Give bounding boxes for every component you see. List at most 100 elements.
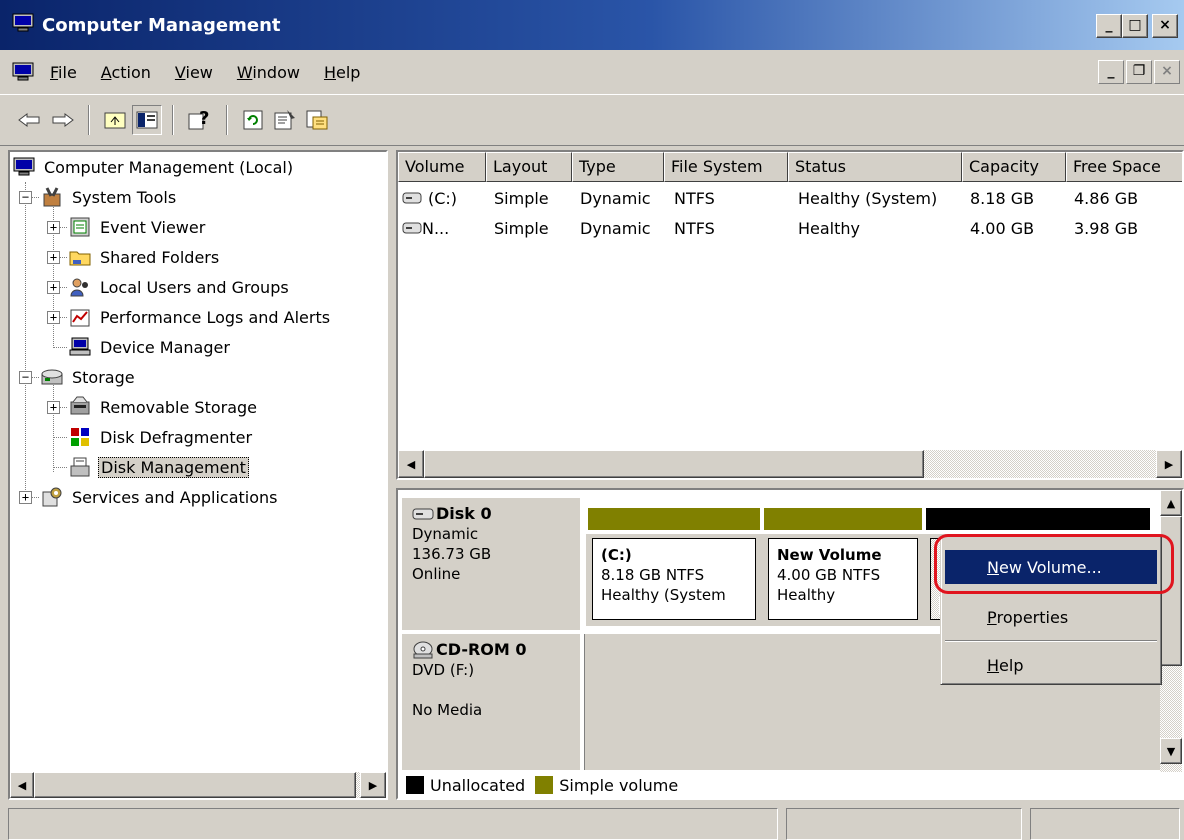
maximize-button[interactable]: □: [1122, 14, 1148, 38]
collapse-storage[interactable]: −: [19, 371, 32, 384]
scroll-down-button[interactable]: ▼: [1160, 738, 1182, 764]
cell-layout: Simple: [494, 189, 549, 208]
column-header-status[interactable]: Status: [788, 152, 962, 182]
tree-label: Disk Management: [98, 456, 249, 478]
close-button[interactable]: ×: [1152, 14, 1178, 38]
cell-volume: N...: [422, 219, 450, 238]
column-header-file-system[interactable]: File System: [664, 152, 788, 182]
expand-local-users[interactable]: +: [47, 281, 60, 294]
tree-item-disk-management[interactable]: Disk Management: [68, 453, 249, 481]
scroll-left-button[interactable]: ◀: [398, 450, 424, 478]
tree-line: [53, 437, 67, 438]
graph-vertical-scrollbar[interactable]: ▲ ▼: [1160, 490, 1182, 772]
cell-file-system: NTFS: [674, 189, 715, 208]
expand-event-viewer[interactable]: +: [47, 221, 60, 234]
partition-c[interactable]: (C:) 8.18 GB NTFS Healthy (System: [586, 534, 762, 626]
mdi-minimize-button[interactable]: _: [1098, 60, 1124, 84]
status-bar: [0, 804, 1184, 840]
tree-item-system-tools[interactable]: System Tools: [40, 183, 178, 211]
disk-0-info[interactable]: Disk 0 Dynamic 136.73 GB Online: [402, 498, 580, 630]
console-tree[interactable]: − + + + + − + + Computer Management (Loc…: [8, 150, 388, 800]
column-header-volume[interactable]: Volume: [398, 152, 486, 182]
menu-item-help[interactable]: Help: [945, 648, 1157, 682]
minimize-button[interactable]: _: [1096, 14, 1122, 38]
tree-label: Local Users and Groups: [100, 277, 289, 297]
show-hide-console-tree-icon[interactable]: [132, 105, 162, 135]
properties-icon[interactable]: [270, 105, 300, 135]
annotation-highlight-ring: [934, 534, 1174, 594]
scroll-thumb[interactable]: [34, 772, 356, 798]
scroll-thumb[interactable]: [424, 450, 924, 478]
forward-icon[interactable]: [48, 105, 78, 135]
menu-window[interactable]: Window: [225, 63, 312, 82]
tree-item-computer-management[interactable]: Computer Management (Local): [12, 153, 295, 181]
partition-new-volume-name: New Volume: [777, 546, 882, 564]
mdi-restore-button[interactable]: ❐: [1126, 60, 1152, 84]
menu-action[interactable]: Action: [89, 63, 163, 82]
expand-removable-storage[interactable]: +: [47, 401, 60, 414]
tree-line: [53, 192, 54, 348]
tree-item-performance-logs[interactable]: Performance Logs and Alerts: [68, 303, 332, 331]
tree-horizontal-scrollbar[interactable]: ◀ ▶: [10, 772, 386, 798]
menu-item-properties[interactable]: Properties: [945, 600, 1157, 634]
tree-item-local-users[interactable]: Local Users and Groups: [68, 273, 291, 301]
tree-item-device-manager[interactable]: Device Manager: [68, 333, 232, 361]
list-horizontal-scrollbar[interactable]: ◀ ▶: [398, 450, 1182, 478]
column-header-free-space[interactable]: Free Space: [1066, 152, 1182, 182]
cell-status: Healthy: [798, 219, 861, 238]
tree-item-shared-folders[interactable]: Shared Folders: [68, 243, 221, 271]
expand-performance-logs[interactable]: +: [47, 311, 60, 324]
scroll-right-button[interactable]: ▶: [1156, 450, 1182, 478]
cdrom-0-info[interactable]: CD-ROM 0 DVD (F:) No Media: [402, 634, 580, 770]
users-icon: [68, 276, 92, 298]
partition-new-volume-size: 4.00 GB NTFS: [777, 566, 881, 584]
tree-item-disk-defragmenter[interactable]: Disk Defragmenter: [68, 423, 254, 451]
back-icon[interactable]: [14, 105, 44, 135]
partition-new-volume-status: Healthy: [777, 586, 836, 604]
disk-0-name: Disk 0: [436, 504, 492, 523]
shared-folder-icon: [68, 246, 92, 268]
disk-icon: [412, 507, 434, 521]
toolbar: ?: [0, 94, 1184, 146]
menu-view[interactable]: View: [163, 63, 225, 82]
table-row[interactable]: (C:) Simple Dynamic NTFS Healthy (System…: [398, 186, 1182, 214]
disk-management-icon: [68, 456, 92, 478]
tools-icon: [40, 186, 64, 208]
column-header-capacity[interactable]: Capacity: [962, 152, 1066, 182]
disk-0-size: 136.73 GB: [412, 545, 492, 563]
legend-swatch-unallocated: [406, 776, 424, 794]
expand-shared-folders[interactable]: +: [47, 251, 60, 264]
tree-label: Disk Defragmenter: [100, 427, 253, 447]
tree-item-removable-storage[interactable]: Removable Storage: [68, 393, 259, 421]
collapse-system-tools[interactable]: −: [19, 191, 32, 204]
console-menu-icon[interactable]: [12, 62, 34, 82]
tree-item-event-viewer[interactable]: Event Viewer: [68, 213, 207, 241]
tree-line: [53, 467, 67, 468]
column-header-layout[interactable]: Layout: [486, 152, 572, 182]
partition-c-name: (C:): [601, 546, 632, 564]
mdi-close-button[interactable]: ×: [1154, 60, 1180, 84]
scroll-left-button[interactable]: ◀: [10, 772, 34, 798]
scroll-right-button[interactable]: ▶: [360, 772, 386, 798]
menu-help[interactable]: Help: [312, 63, 372, 82]
tree-item-storage[interactable]: Storage: [40, 363, 137, 391]
tree-item-services-and-applications[interactable]: Services and Applications: [40, 483, 279, 511]
title-bar[interactable]: Computer Management _ □ ×: [0, 0, 1184, 50]
tree-label: Performance Logs and Alerts: [100, 307, 331, 327]
refresh-icon[interactable]: [238, 105, 268, 135]
up-one-level-icon[interactable]: [100, 105, 130, 135]
volume-list[interactable]: Volume Layout Type File System Status Ca…: [396, 150, 1184, 480]
cdrom-0-name: CD-ROM 0: [436, 640, 527, 659]
scroll-up-button[interactable]: ▲: [1160, 490, 1182, 516]
help-icon[interactable]: ?: [184, 105, 214, 135]
menu-bar: File Action View Window Help _ ❐ ×: [0, 50, 1184, 94]
menu-file[interactable]: File: [38, 63, 89, 82]
column-header-type[interactable]: Type: [572, 152, 664, 182]
table-row[interactable]: N... Simple Dynamic NTFS Healthy 4.00 GB…: [398, 216, 1182, 244]
export-list-icon[interactable]: [302, 105, 332, 135]
cell-layout: Simple: [494, 219, 549, 238]
expand-services-and-applications[interactable]: +: [19, 491, 32, 504]
svg-text:?: ?: [199, 109, 209, 129]
partition-new-volume[interactable]: New Volume 4.00 GB NTFS Healthy: [762, 534, 924, 626]
device-manager-icon: [68, 336, 92, 358]
